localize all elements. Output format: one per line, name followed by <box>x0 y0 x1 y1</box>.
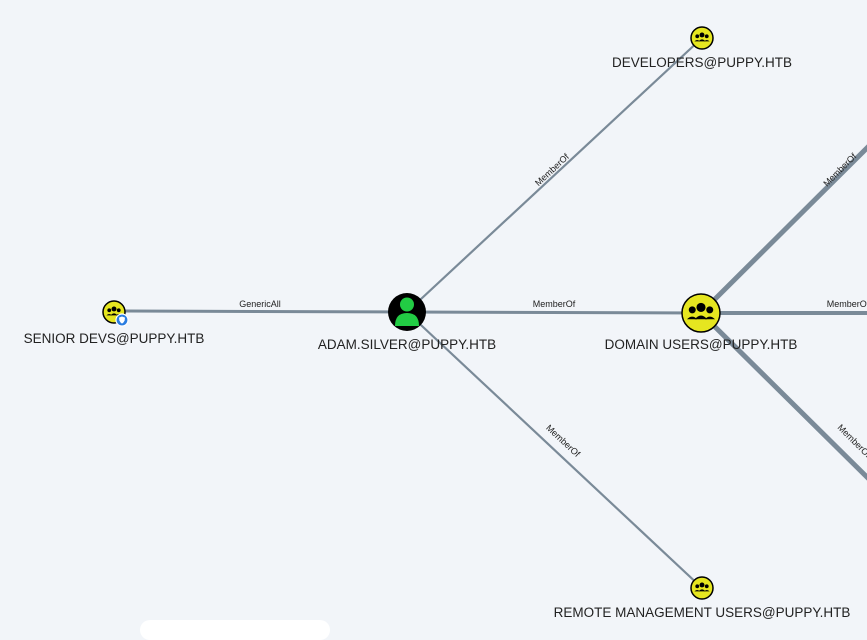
node-developers[interactable]: DEVELOPERS@PUPPY.HTB <box>612 26 792 70</box>
edge-labels-layer: GenericAll MemberOf MemberOf MemberOf Me… <box>239 151 867 460</box>
node-label: DOMAIN USERS@PUPPY.HTB <box>605 337 798 352</box>
edge-label-memberof-offscreen-up: MemberOf <box>821 151 858 188</box>
node-senior-devs[interactable]: SENIOR DEVS@PUPPY.HTB <box>24 300 205 346</box>
shield-badge-icon <box>115 313 129 327</box>
edge-adam-remote-management[interactable] <box>406 311 703 589</box>
edge-label-memberof-developers: MemberOf <box>533 151 571 188</box>
edge-label-memberof-domain-users: MemberOf <box>533 299 576 309</box>
node-label: REMOTE MANAGEMENT USERS@PUPPY.HTB <box>554 605 851 620</box>
bottom-panel-edge <box>140 620 330 640</box>
node-remote-management-users[interactable]: REMOTE MANAGEMENT USERS@PUPPY.HTB <box>554 576 851 620</box>
edge-adam-developers[interactable] <box>406 37 703 313</box>
node-label: SENIOR DEVS@PUPPY.HTB <box>24 331 205 346</box>
node-adam-silver[interactable]: ADAM.SILVER@PUPPY.HTB <box>318 293 496 352</box>
edge-label-genericall: GenericAll <box>239 299 281 309</box>
node-label: DEVELOPERS@PUPPY.HTB <box>612 55 792 70</box>
edge-label-memberof-remote-management: MemberOf <box>544 423 582 460</box>
edge-adam-domain-users[interactable] <box>406 310 702 315</box>
edges-layer <box>113 37 867 589</box>
edge-label-memberof-offscreen-right: MemberOf <box>827 299 867 309</box>
edge-senior-devs-adam[interactable] <box>113 309 408 314</box>
graph-canvas[interactable]: GenericAll MemberOf MemberOf MemberOf Me… <box>0 0 867 627</box>
node-label: ADAM.SILVER@PUPPY.HTB <box>318 337 496 352</box>
node-domain-users[interactable]: DOMAIN USERS@PUPPY.HTB <box>605 293 798 352</box>
